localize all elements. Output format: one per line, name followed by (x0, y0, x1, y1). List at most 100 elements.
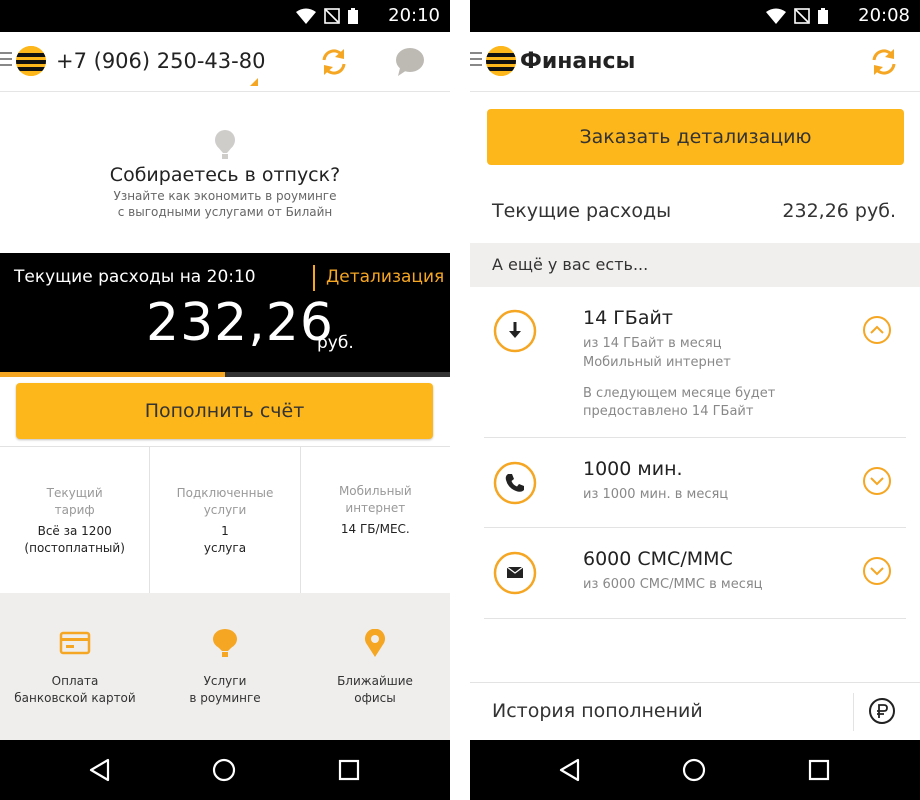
app-bar: +7 (906) 250-43-80 (0, 32, 450, 92)
divider (313, 265, 315, 291)
tariff-cell[interactable]: Текущий тариф Всё за 1200 (постоплатный) (0, 447, 151, 593)
package-subtitle: из 14 ГБайт в месяц (583, 336, 722, 351)
beeline-logo (16, 46, 46, 76)
info-value: 14 ГБ/МЕС. (340, 522, 410, 536)
quick-action-card-payment[interactable]: Оплата банковской картой (0, 593, 150, 740)
refresh-icon[interactable] (868, 46, 900, 78)
battery-icon (818, 8, 828, 24)
promo-title: Собираетесь в отпуск? (109, 164, 341, 186)
info-title: интернет (345, 501, 406, 515)
card-icon (59, 631, 91, 655)
location-pin-icon (365, 629, 385, 657)
expenses-label: Текущие расходы (492, 200, 672, 222)
status-time: 20:08 (858, 5, 910, 26)
refresh-icon[interactable] (318, 46, 350, 78)
account-info-grid: Текущий тариф Всё за 1200 (постоплатный)… (0, 446, 450, 593)
section-header: А ещё у вас есть... (470, 243, 920, 287)
info-value: услуга (203, 541, 247, 555)
android-nav-bar (0, 740, 450, 800)
package-subtitle: из 1000 мин. в месяц (583, 487, 729, 502)
topup-button[interactable]: Пополнить счёт (16, 383, 433, 439)
home-icon[interactable] (682, 758, 706, 782)
order-details-button[interactable]: Заказать детализацию (487, 109, 904, 165)
recent-apps-icon[interactable] (338, 759, 360, 781)
package-subtitle: Мобильный интернет (583, 355, 731, 370)
back-icon[interactable] (558, 758, 582, 782)
quick-label: в роуминге (189, 691, 261, 705)
chevron-down-icon[interactable] (862, 556, 892, 586)
balance-unit: руб. (317, 333, 354, 353)
no-signal-icon (324, 8, 340, 24)
home-icon[interactable] (212, 758, 236, 782)
expenses-value: 232,26 руб. (782, 200, 896, 222)
info-title: Мобильный (338, 484, 412, 498)
quick-label: Услуги (203, 674, 247, 688)
info-title: Подключенные (176, 486, 274, 500)
recent-apps-icon[interactable] (808, 759, 830, 781)
menu-icon[interactable] (470, 52, 482, 70)
quick-label: офисы (354, 691, 396, 705)
roaming-promo[interactable]: Собираетесь в отпуск? Узнайте как эконом… (0, 92, 450, 253)
balloon-icon (213, 629, 237, 657)
beeline-logo (486, 46, 516, 76)
package-sms[interactable]: 6000 СМС/ММС из 6000 СМС/ММС в месяц (484, 528, 906, 619)
info-value: (постоплатный) (24, 541, 125, 555)
balance-progress (0, 372, 450, 377)
balance-panel: Текущие расходы на 20:10 Детализация 232… (0, 253, 450, 377)
package-internet[interactable]: 14 ГБайт из 14 ГБайт в месяц Мобильный и… (484, 287, 906, 438)
package-subtitle: из 6000 СМС/ММС в месяц (583, 577, 763, 592)
current-expenses-row: Текущие расходы 232,26 руб. (470, 180, 920, 242)
balloon-icon (215, 130, 235, 159)
promo-line: с выгодными услугами от Билайн (117, 205, 333, 219)
quick-label: банковской картой (14, 691, 136, 705)
envelope-icon (493, 551, 537, 595)
package-note: предоставлено 14 ГБайт (583, 404, 754, 419)
app-bar: Финансы (470, 32, 920, 92)
services-cell[interactable]: Подключенные услуги 1 услуга (150, 447, 301, 593)
chevron-up-icon[interactable] (862, 315, 892, 345)
phone-number[interactable]: +7 (906) 250-43-80 (56, 49, 265, 73)
package-title: 6000 СМС/ММС (583, 548, 733, 570)
status-bar: 20:08 (470, 0, 920, 32)
balance-label: Текущие расходы на 20:10 (14, 267, 256, 287)
topup-history-row[interactable]: История пополнений (470, 682, 920, 740)
quick-action-offices[interactable]: Ближайшие офисы (300, 593, 450, 740)
promo-text: Узнайте как экономить в роуминге с выгод… (0, 188, 450, 220)
divider (853, 693, 854, 731)
info-title: Текущий (46, 486, 103, 500)
page-title: Финансы (520, 49, 636, 74)
balance-progress-fill (0, 372, 225, 377)
quick-label: Оплата (51, 674, 99, 688)
back-icon[interactable] (88, 758, 112, 782)
balance-amount: 232,26 (146, 293, 334, 353)
promo-line: Узнайте как экономить в роуминге (113, 189, 337, 203)
internet-cell[interactable]: Мобильный интернет 14 ГБ/МЕС. (301, 447, 450, 593)
no-signal-icon (794, 8, 810, 24)
history-label: История пополнений (492, 700, 703, 722)
phone-screen-finance: 20:08 Финансы Заказать детализацию Текущ… (470, 0, 920, 800)
status-bar: 20:10 (0, 0, 450, 32)
android-nav-bar (470, 740, 920, 800)
info-value: Всё за 1200 (37, 524, 112, 538)
chat-icon[interactable] (394, 46, 426, 78)
wifi-icon (296, 8, 316, 24)
dropdown-corner-icon (250, 78, 258, 86)
menu-icon[interactable] (0, 52, 12, 70)
quick-actions: Оплата банковской картой Услуги в роумин… (0, 593, 450, 740)
info-title: услуги (203, 503, 247, 517)
section-header-label: А ещё у вас есть... (492, 255, 649, 274)
wifi-icon (766, 8, 786, 24)
ruble-icon[interactable] (868, 697, 896, 725)
phone-screen-main: 20:10 +7 (906) 250-43-80 Собираетесь в о… (0, 0, 450, 800)
package-title: 1000 мин. (583, 458, 683, 480)
package-note: В следующем месяце будет (583, 386, 776, 401)
package-minutes[interactable]: 1000 мин. из 1000 мин. в месяц (484, 438, 906, 528)
details-link[interactable]: Детализация (326, 267, 444, 287)
quick-action-roaming[interactable]: Услуги в роуминге (150, 593, 300, 740)
package-title: 14 ГБайт (583, 307, 673, 329)
quick-label: Ближайшие (337, 674, 413, 688)
battery-icon (348, 8, 358, 24)
info-title: тариф (54, 503, 95, 517)
status-time: 20:10 (388, 5, 440, 26)
chevron-down-icon[interactable] (862, 466, 892, 496)
